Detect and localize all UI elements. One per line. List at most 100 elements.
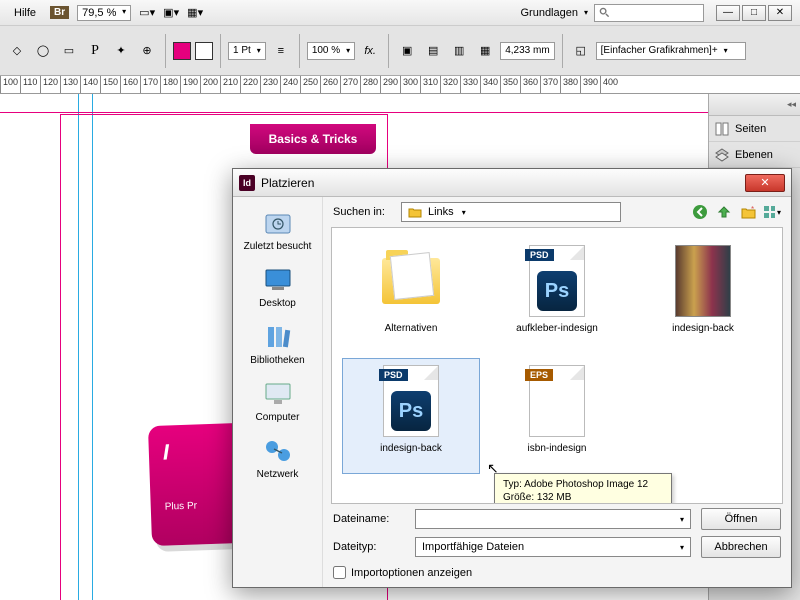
help-menu[interactable]: Hilfe <box>8 5 42 21</box>
filetype-combo[interactable]: Importfähige Dateien <box>415 537 691 557</box>
guide[interactable] <box>0 112 708 113</box>
place-libraries[interactable]: Bibliotheken <box>233 315 322 372</box>
place-desktop[interactable]: Desktop <box>233 258 322 315</box>
ruler-tick: 360 <box>520 76 540 93</box>
dialog-close-button[interactable]: ✕ <box>745 174 785 192</box>
opacity-select[interactable]: 100 % <box>307 42 355 60</box>
place-network[interactable]: Netzwerk <box>233 429 322 486</box>
file-thumb: EPS <box>523 363 591 439</box>
tool-icon[interactable]: ▭ <box>58 40 80 62</box>
char-format-icon[interactable]: P <box>84 40 106 62</box>
wrap-icon[interactable]: ▥ <box>448 40 470 62</box>
ruler-tick: 370 <box>540 76 560 93</box>
file-item[interactable]: EPS isbn-indesign <box>488 358 626 474</box>
panel-layers[interactable]: Ebenen <box>709 142 800 168</box>
fill-swatch[interactable] <box>173 42 191 60</box>
search-field[interactable] <box>594 4 704 22</box>
indesign-icon: Id <box>239 175 255 191</box>
ruler-tick: 270 <box>340 76 360 93</box>
divider <box>165 34 166 68</box>
control-bar: ◇ ◯ ▭ P ✦ ⊕ 1 Pt ≡ 100 % fx. ▣ ▤ ▥ ▦ 4,2… <box>0 26 800 76</box>
ruler-tick: 180 <box>160 76 180 93</box>
tool-icon[interactable]: ⊕ <box>136 40 158 62</box>
wrap-icon[interactable]: ▣ <box>396 40 418 62</box>
effects-icon[interactable]: fx. <box>359 40 381 62</box>
maximize-button[interactable]: □ <box>742 5 766 21</box>
pages-icon <box>715 122 729 136</box>
folder-icon <box>408 206 422 218</box>
bridge-button[interactable]: Br <box>50 6 69 19</box>
stroke-style-icon[interactable]: ≡ <box>270 40 292 62</box>
ruler-tick: 340 <box>480 76 500 93</box>
import-options-label: Importoptionen anzeigen <box>351 567 472 579</box>
new-folder-button[interactable]: * <box>739 203 757 221</box>
filename-combo[interactable] <box>415 509 691 529</box>
open-button[interactable]: Öffnen <box>701 508 781 530</box>
object-style-select[interactable]: [Einfacher Grafikrahmen]+ <box>596 42 746 60</box>
tool-icon[interactable]: ◯ <box>32 40 54 62</box>
ruler-tick: 280 <box>360 76 380 93</box>
panel-collapse[interactable]: ◂◂ <box>709 94 800 116</box>
back-button[interactable] <box>691 203 709 221</box>
file-thumb: PSDPs <box>523 243 591 319</box>
file-list[interactable]: Alternativen PSDPs aufkleber-indesign indes… <box>331 227 783 504</box>
up-button[interactable] <box>715 203 733 221</box>
file-item[interactable]: PSDPsindesign-back <box>342 358 480 474</box>
place-recent[interactable]: Zuletzt besucht <box>233 201 322 258</box>
ruler-tick: 120 <box>40 76 60 93</box>
svg-text:*: * <box>751 206 754 214</box>
ruler-tick: 260 <box>320 76 340 93</box>
file-label: Alternativen <box>385 323 438 334</box>
ruler-tick: 200 <box>200 76 220 93</box>
workspace-switcher[interactable]: Grundlagen <box>520 7 578 19</box>
divider <box>562 34 563 68</box>
wrap-icon[interactable]: ▦ <box>474 40 496 62</box>
arrange-icon[interactable]: ▦▾ <box>187 5 203 21</box>
panel-pages[interactable]: Seiten <box>709 116 800 142</box>
ruler-tick: 220 <box>240 76 260 93</box>
network-icon <box>262 435 294 467</box>
file-item[interactable]: PSDPs aufkleber-indesign <box>488 238 626 354</box>
search-icon <box>599 7 610 18</box>
file-item[interactable]: Alternativen <box>342 238 480 354</box>
view-mode-icon[interactable]: ▭▾ <box>139 5 155 21</box>
ruler-tick: 130 <box>60 76 80 93</box>
stroke-swatch[interactable] <box>195 42 213 60</box>
checkbox-input[interactable] <box>333 566 346 579</box>
place-computer[interactable]: Computer <box>233 372 322 429</box>
view-menu-button[interactable] <box>763 203 781 221</box>
ruler-tick: 350 <box>500 76 520 93</box>
ruler-tick: 210 <box>220 76 240 93</box>
minimize-button[interactable]: — <box>716 5 740 21</box>
ruler-tick: 290 <box>380 76 400 93</box>
computer-icon <box>262 378 294 410</box>
tool-icon[interactable]: ◇ <box>6 40 28 62</box>
tool-icon[interactable]: ✦ <box>110 40 132 62</box>
filetype-label: Dateityp: <box>333 541 405 553</box>
close-button[interactable]: ✕ <box>768 5 792 21</box>
ruler-tick: 300 <box>400 76 420 93</box>
corner-icon[interactable]: ◱ <box>570 40 592 62</box>
import-options-checkbox[interactable]: Importoptionen anzeigen <box>333 566 781 579</box>
size-field[interactable]: 4,233 mm <box>500 42 554 60</box>
divider <box>388 34 389 68</box>
ruler-tick: 110 <box>20 76 40 93</box>
path-bar: Suchen in: Links * <box>323 197 791 227</box>
file-label: isbn-indesign <box>528 443 587 454</box>
file-thumb: PSDPs <box>377 363 445 439</box>
file-label: aufkleber-indesign <box>516 323 598 334</box>
stroke-weight[interactable]: 1 Pt <box>228 42 266 60</box>
libraries-icon <box>262 321 294 353</box>
ruler-tick: 160 <box>120 76 140 93</box>
filename-label: Dateiname: <box>333 513 405 525</box>
divider <box>220 34 221 68</box>
cancel-button[interactable]: Abbrechen <box>701 536 781 558</box>
file-thumb <box>669 243 737 319</box>
dialog-titlebar[interactable]: Id Platzieren ✕ <box>233 169 791 197</box>
folder-combo[interactable]: Links <box>401 202 621 222</box>
file-item[interactable]: indesign-back <box>634 238 772 354</box>
wrap-icon[interactable]: ▤ <box>422 40 444 62</box>
ruler-tick: 380 <box>560 76 580 93</box>
zoom-select[interactable]: 79,5 % <box>77 5 131 21</box>
screen-mode-icon[interactable]: ▣▾ <box>163 5 179 21</box>
